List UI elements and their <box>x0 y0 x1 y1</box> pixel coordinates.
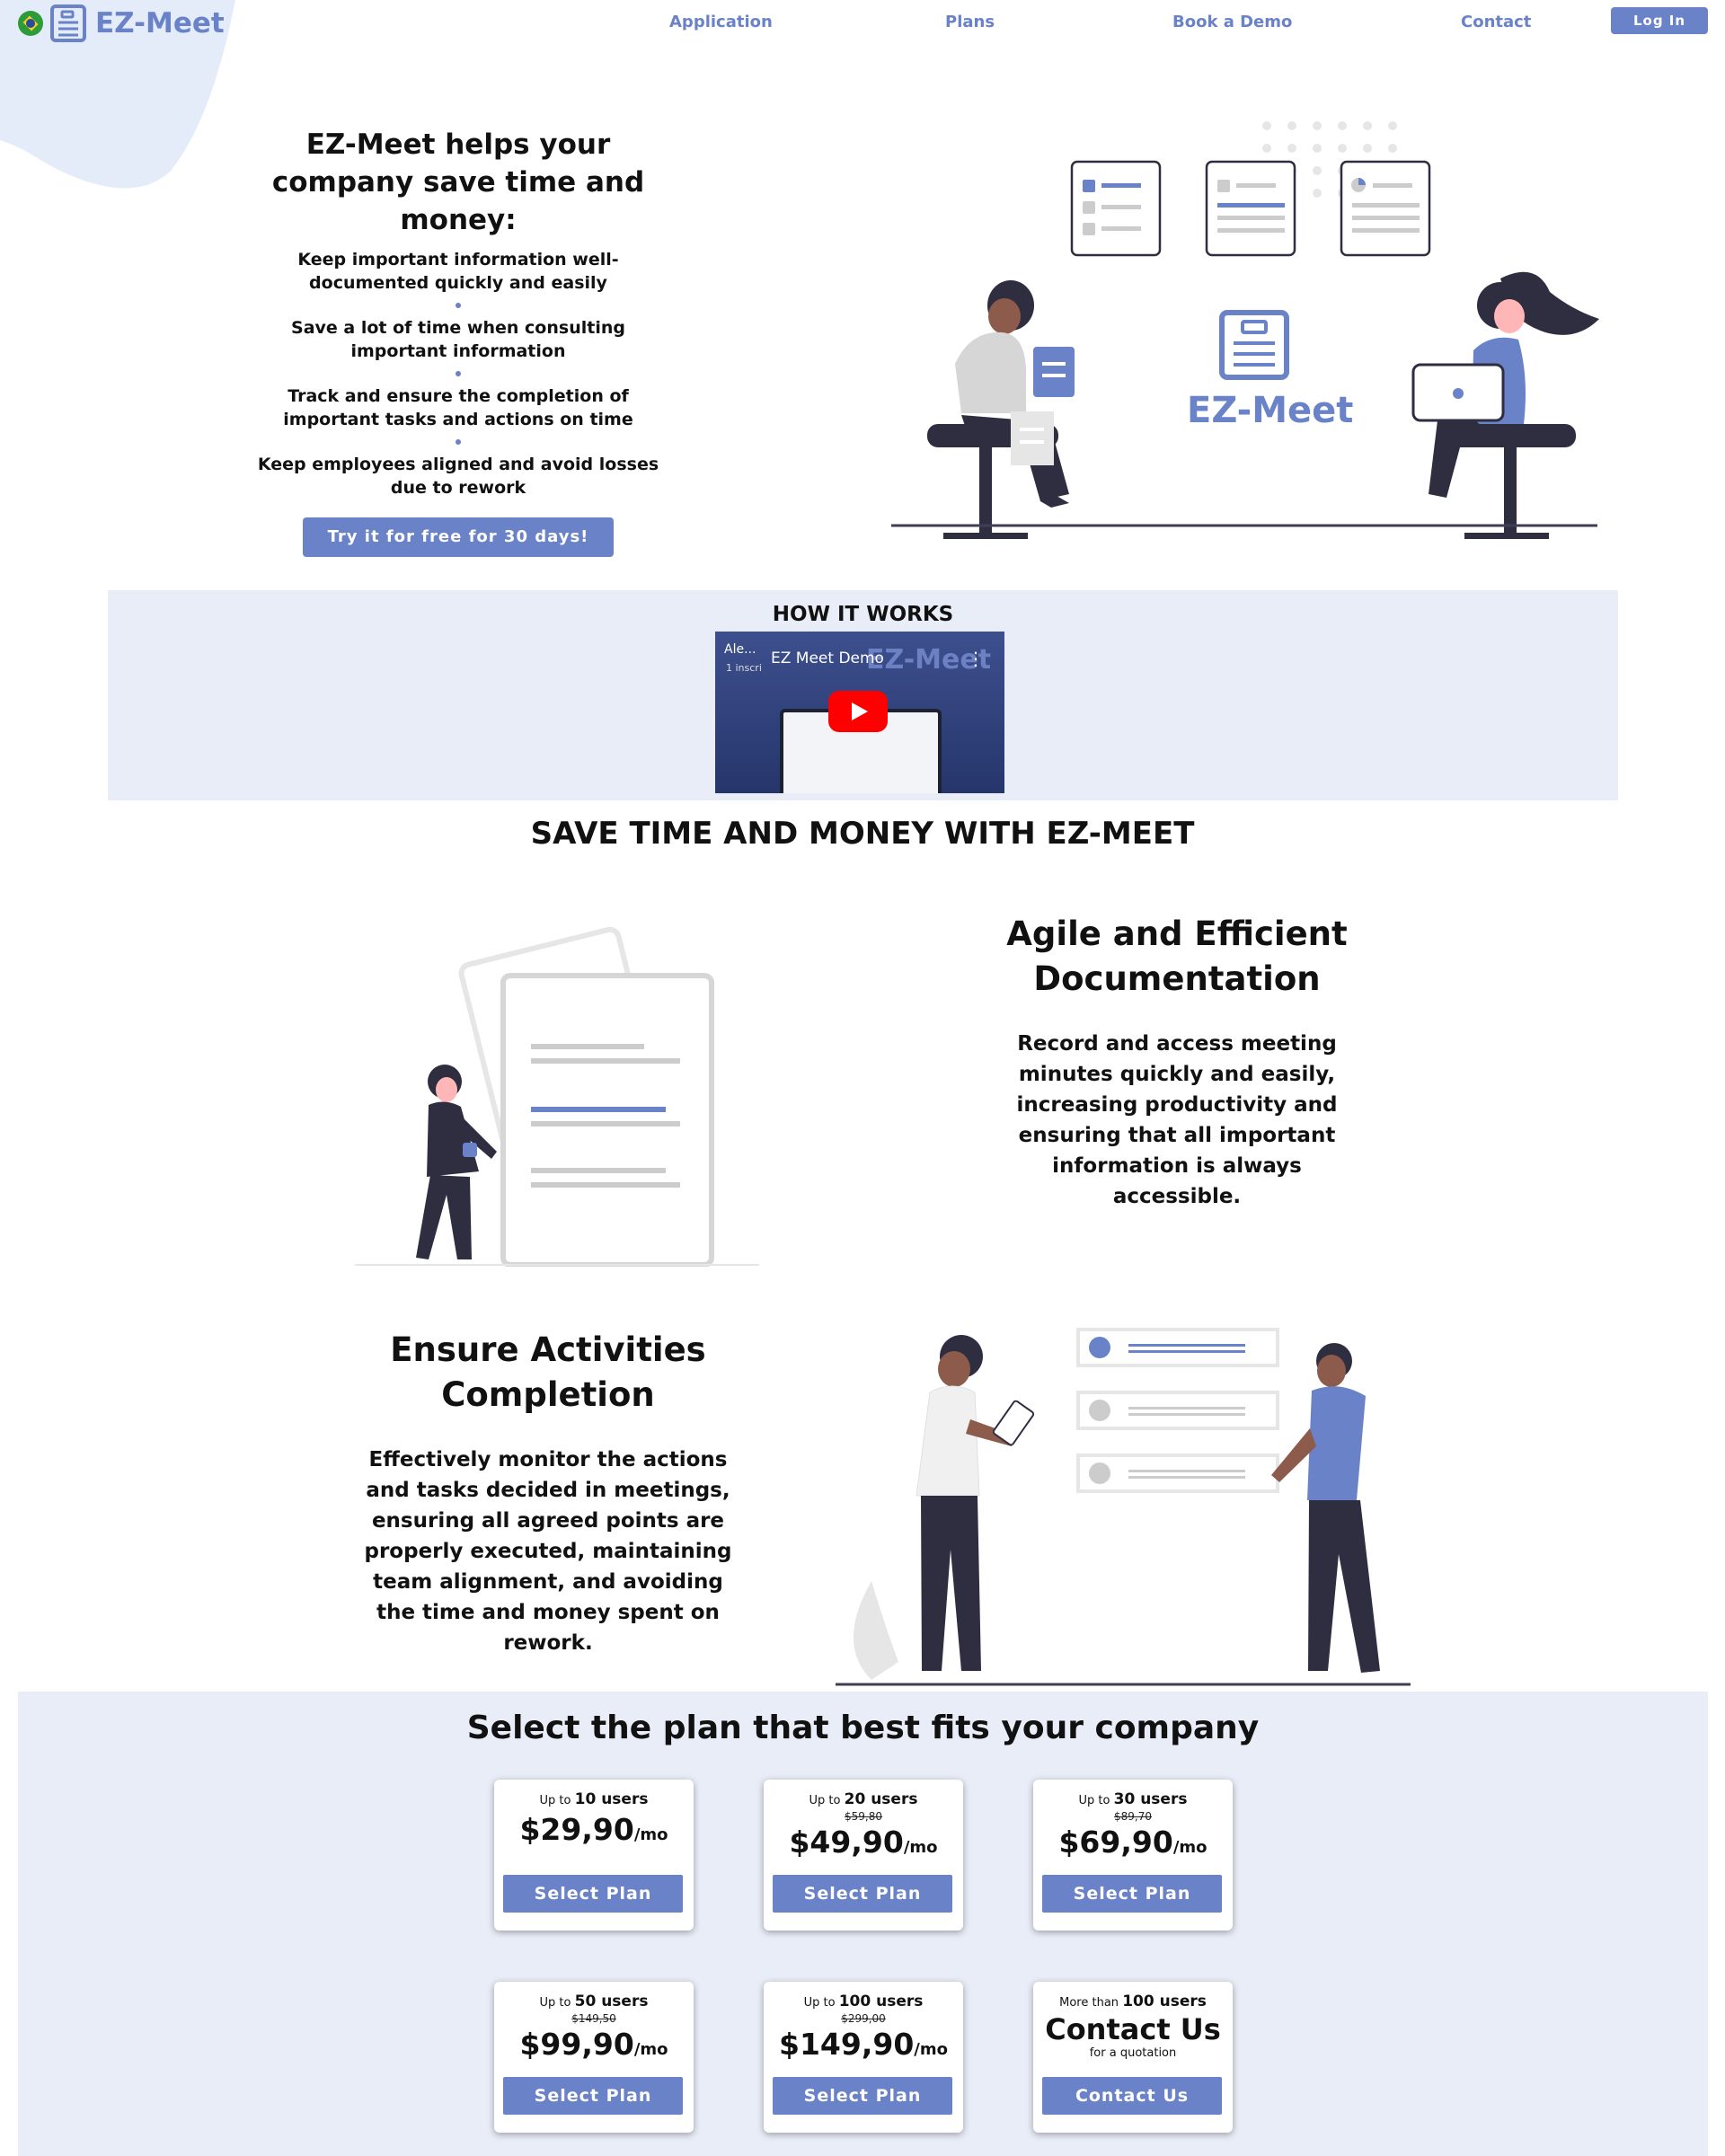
plan-price: $99,90/mo <box>519 2027 668 2062</box>
nav-contact[interactable]: Contact <box>1461 13 1531 31</box>
feature-title: Agile and Efficient Documentation <box>1006 915 1348 998</box>
plan-card: Up to 10 users $29,90/mo Select Plan <box>494 1780 694 1931</box>
bullet-dot <box>456 371 461 376</box>
feature-description: Effectively monitor the actions and task… <box>364 1448 732 1655</box>
hero-text: EZ-Meet helps your company save time and… <box>243 126 674 557</box>
plan-quote-note: for a quotation <box>1089 2046 1177 2060</box>
nav-plans[interactable]: Plans <box>945 13 995 31</box>
how-it-works-section: HOW IT WORKS EZ-Meet Ale... 1 inscri EZ … <box>108 590 1618 800</box>
free-trial-button[interactable]: Try it for free for 30 days! <box>303 517 614 557</box>
video-subscribers: 1 inscri <box>726 662 762 674</box>
hero-logo-text: EZ-Meet <box>1187 390 1353 431</box>
login-button[interactable]: Log In <box>1611 7 1708 34</box>
feature-documentation: Agile and Efficient Documentation Record… <box>1006 912 1348 1212</box>
logo-text: EZ-Meet <box>95 7 225 40</box>
select-plan-button[interactable]: Select Plan <box>503 1875 683 1913</box>
benefit-item: Keep important information well-document… <box>297 250 619 293</box>
more-vert-icon[interactable]: ⋮ <box>967 648 985 669</box>
documentation-illustration <box>355 926 759 1267</box>
plan-card: Up to 100 users $299,00 $149,90/mo Selec… <box>764 1982 963 2133</box>
select-plan-button[interactable]: Select Plan <box>1042 1875 1222 1913</box>
plan-old-price: $299,00 <box>841 2012 886 2025</box>
plan-card: Up to 20 users $59,80 $49,90/mo Select P… <box>764 1780 963 1931</box>
plan-price: $29,90/mo <box>519 1812 668 1847</box>
plans-title: Select the plan that best fits your comp… <box>466 1710 1260 1746</box>
contact-us-button[interactable]: Contact Us <box>1042 2077 1222 2115</box>
play-icon[interactable] <box>828 691 888 732</box>
brazil-flag-icon[interactable] <box>18 11 43 36</box>
select-plan-button[interactable]: Select Plan <box>773 1875 952 1913</box>
bullet-dot <box>456 303 461 308</box>
plan-old-price: $89,70 <box>1114 1810 1152 1823</box>
plan-price: $149,90/mo <box>778 2027 948 2062</box>
plan-card: More than 100 users Contact Us for a quo… <box>1033 1982 1233 2133</box>
plan-card: Up to 30 users $89,70 $69,90/mo Select P… <box>1033 1780 1233 1931</box>
nav-application[interactable]: Application <box>669 13 773 31</box>
feature-description: Record and access meeting minutes quickl… <box>1016 1032 1338 1208</box>
plan-users: Up to 10 users <box>539 1790 649 1808</box>
benefit-item: Save a lot of time when consulting impor… <box>291 318 625 361</box>
save-section-title: SAVE TIME AND MONEY WITH EZ-MEET <box>530 816 1195 852</box>
plan-old-price: $59,80 <box>845 1810 882 1823</box>
plan-card: Up to 50 users $149,50 $99,90/mo Select … <box>494 1982 694 2133</box>
how-it-works-title: HOW IT WORKS <box>772 603 954 626</box>
bullet-dot <box>456 439 461 445</box>
plan-users: Up to 100 users <box>803 1993 924 2010</box>
video-player[interactable]: EZ-Meet Ale... 1 inscri EZ Meet Demo ⋮ <box>715 632 1004 793</box>
plan-users: Up to 20 users <box>809 1790 918 1808</box>
hero-illustration: EZ-Meet <box>891 121 1599 539</box>
plan-price: $69,90/mo <box>1058 1825 1208 1860</box>
plan-users: More than 100 users <box>1059 1993 1207 2010</box>
benefit-item: Track and ensure the completion of impor… <box>283 386 633 429</box>
plan-price: $49,90/mo <box>789 1825 938 1860</box>
feature-activities: Ensure Activities Completion Effectively… <box>350 1328 746 1658</box>
benefit-item: Keep employees aligned and avoid losses … <box>257 455 659 498</box>
plan-users: Up to 50 users <box>539 1993 649 2010</box>
hero-title: EZ-Meet helps your company save time and… <box>271 128 645 236</box>
document-logo-icon <box>50 4 86 42</box>
select-plan-button[interactable]: Select Plan <box>503 2077 683 2115</box>
nav-book-a-demo[interactable]: Book a Demo <box>1172 13 1292 31</box>
video-channel-name[interactable]: Ale... <box>724 642 756 657</box>
activities-illustration <box>836 1328 1411 1686</box>
plan-old-price: $149,50 <box>571 2012 616 2025</box>
logo[interactable]: EZ-Meet <box>18 4 225 43</box>
plans-section: Select the plan that best fits your comp… <box>18 1692 1708 2156</box>
select-plan-button[interactable]: Select Plan <box>773 2077 952 2115</box>
plan-price: Contact Us <box>1045 2012 1221 2046</box>
plan-users: Up to 30 users <box>1078 1790 1188 1808</box>
feature-title: Ensure Activities Completion <box>390 1330 706 1414</box>
header: EZ-Meet Application Plans Book a Demo Co… <box>0 0 1725 54</box>
video-title[interactable]: EZ Meet Demo <box>771 649 884 667</box>
